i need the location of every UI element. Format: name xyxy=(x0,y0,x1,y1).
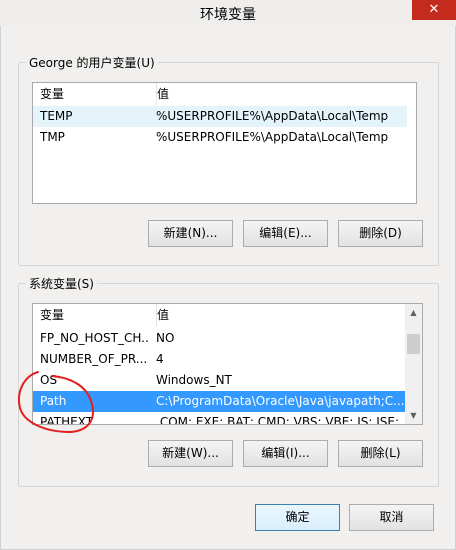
system-edit-button[interactable]: 编辑(I)... xyxy=(243,440,328,467)
list-header: 变量 值 xyxy=(33,83,416,105)
column-header-variable[interactable]: 变量 xyxy=(33,304,157,326)
variable-value: NO xyxy=(156,331,175,345)
table-row[interactable]: OS Windows_NT xyxy=(33,370,407,391)
scroll-up-arrow-icon[interactable]: ▲ xyxy=(405,304,422,321)
variable-name: PATHEXT xyxy=(40,415,94,425)
user-variables-list[interactable]: 变量 值 TEMP %USERPROFILE%\AppData\Local\Te… xyxy=(32,82,417,204)
scroll-down-arrow-icon[interactable]: ▼ xyxy=(405,407,422,424)
system-variables-list[interactable]: 变量 值 FP_NO_HOST_CH... NO NUMBER_OF_PR...… xyxy=(32,303,423,425)
table-row[interactable]: FP_NO_HOST_CH... NO xyxy=(33,328,407,349)
user-new-button[interactable]: 新建(N)... xyxy=(148,220,233,247)
variable-value: %USERPROFILE%\AppData\Local\Temp xyxy=(156,109,389,123)
cancel-button[interactable]: 取消 xyxy=(349,504,434,531)
column-header-value[interactable]: 值 xyxy=(150,83,416,105)
ok-button[interactable]: 确定 xyxy=(255,504,340,531)
variable-value: %USERPROFILE%\AppData\Local\Temp xyxy=(156,130,389,144)
variable-value: 4 xyxy=(156,352,164,366)
variable-name: FP_NO_HOST_CH... xyxy=(40,331,150,345)
table-row[interactable]: PATHEXT .COM;.EXE;.BAT;.CMD;.VBS;.VBE;.J… xyxy=(33,412,407,425)
table-row[interactable]: TMP %USERPROFILE%\AppData\Local\Temp xyxy=(33,127,407,148)
scrollbar-thumb[interactable] xyxy=(407,334,420,354)
table-row[interactable]: NUMBER_OF_PR... 4 xyxy=(33,349,407,370)
variable-name: TMP xyxy=(40,130,65,144)
variable-name: NUMBER_OF_PR... xyxy=(40,352,148,366)
window-title: 环境变量 xyxy=(200,7,256,23)
user-variables-label: George 的用户变量(U) xyxy=(26,54,158,71)
variable-value: .COM;.EXE;.BAT;.CMD;.VBS;.VBE;.JS;.JSE;.… xyxy=(156,415,406,425)
variable-name: TEMP xyxy=(40,109,73,123)
table-row[interactable]: TEMP %USERPROFILE%\AppData\Local\Temp xyxy=(33,106,407,127)
variable-name: OS xyxy=(40,373,58,387)
column-header-value[interactable]: 值 xyxy=(150,304,414,326)
variable-value: C:\ProgramData\Oracle\Java\javapath;C... xyxy=(156,394,405,408)
column-header-variable[interactable]: 变量 xyxy=(33,83,157,105)
table-row-selected[interactable]: Path C:\ProgramData\Oracle\Java\javapath… xyxy=(33,391,407,412)
variable-name: Path xyxy=(40,394,67,408)
system-variables-label: 系统变量(S) xyxy=(26,275,97,292)
user-delete-button[interactable]: 删除(D) xyxy=(338,220,423,247)
list-header: 变量 值 xyxy=(33,304,414,326)
user-edit-button[interactable]: 编辑(E)... xyxy=(243,220,328,247)
close-icon: ✕ xyxy=(428,2,440,17)
system-delete-button[interactable]: 删除(L) xyxy=(338,440,423,467)
close-button[interactable]: ✕ xyxy=(412,0,456,20)
system-new-button[interactable]: 新建(W)... xyxy=(148,440,233,467)
variable-value: Windows_NT xyxy=(156,373,232,387)
vertical-scrollbar[interactable]: ▲ ▼ xyxy=(405,304,422,424)
